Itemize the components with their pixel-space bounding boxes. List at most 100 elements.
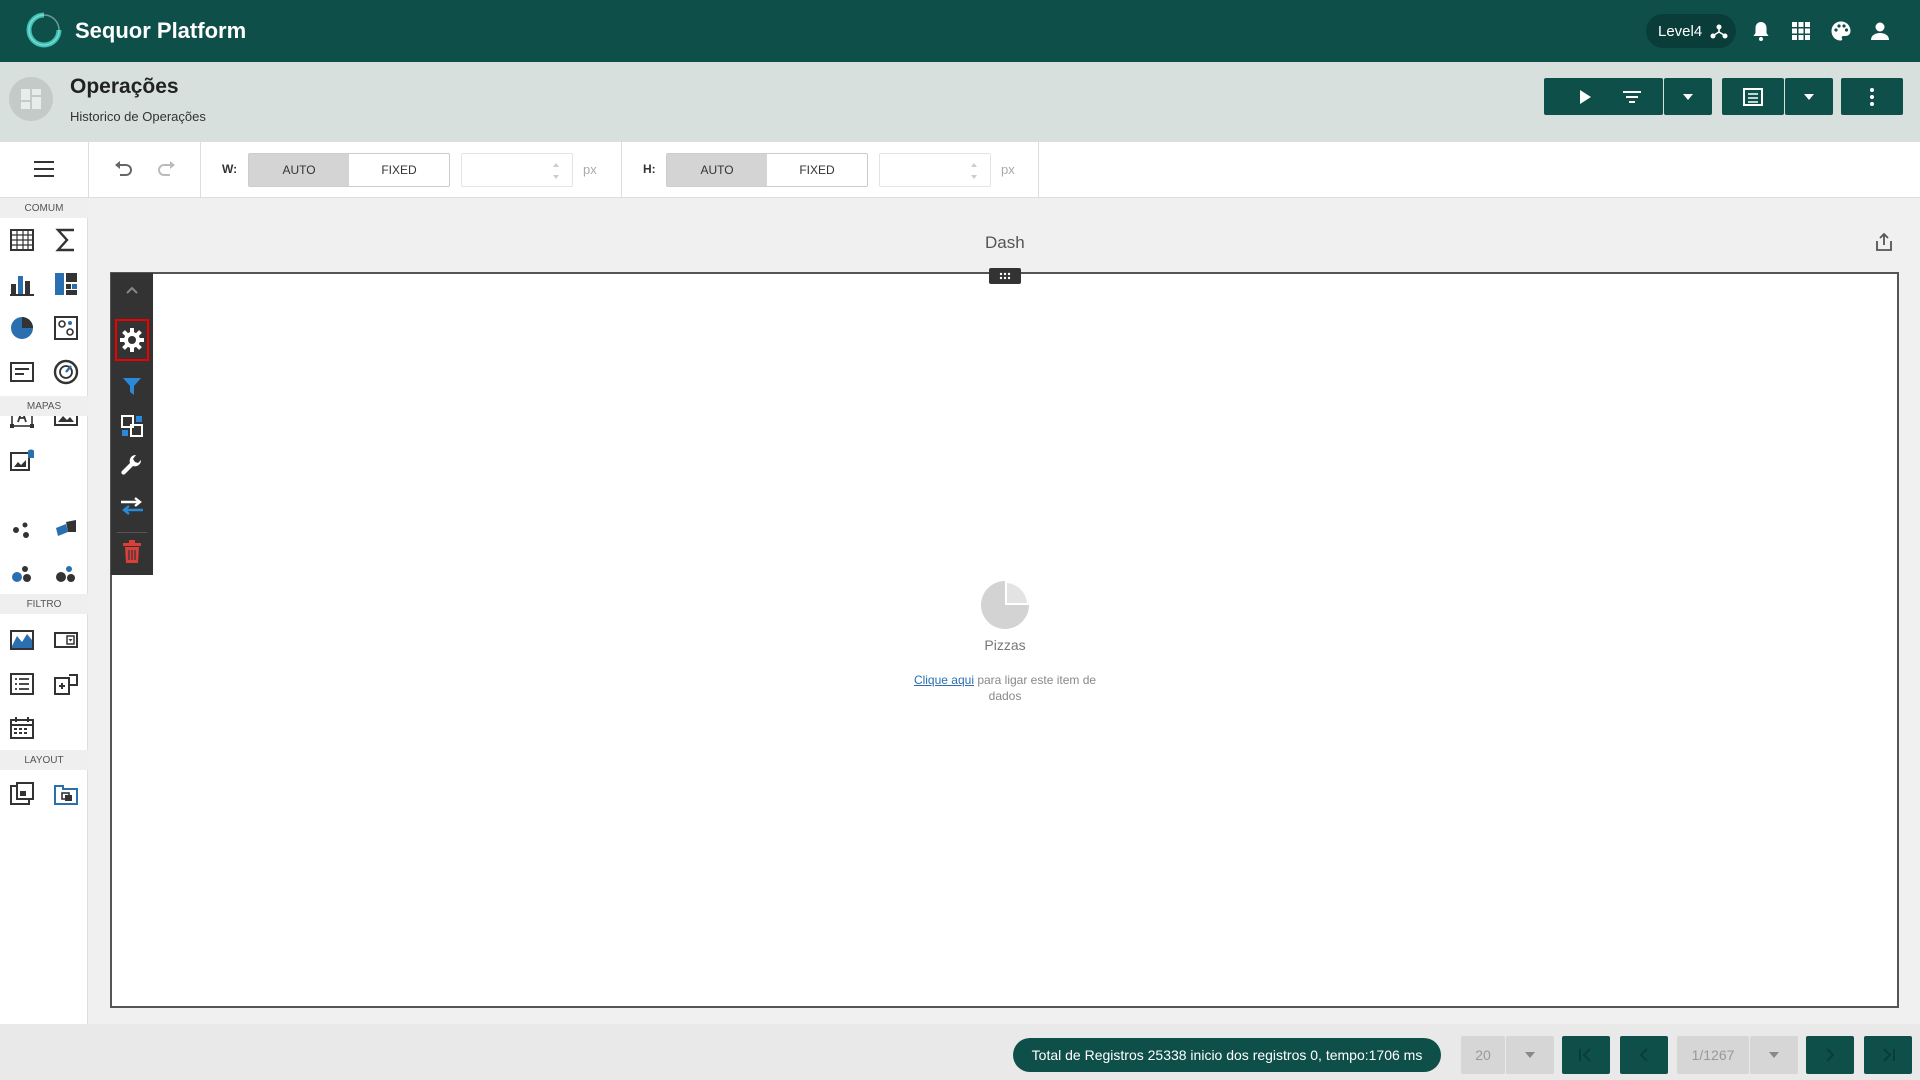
date-filter-icon[interactable] (8, 714, 36, 742)
list-box-filter-icon[interactable] (8, 670, 36, 698)
page-size-dropdown[interactable] (1506, 1036, 1554, 1074)
chevron-left-icon (1639, 1048, 1648, 1062)
export-icon[interactable] (1873, 231, 1895, 253)
treemap-icon[interactable] (52, 270, 80, 298)
width-auto-option[interactable]: AUTO (249, 154, 349, 186)
width-input[interactable] (461, 153, 573, 187)
group-icon[interactable] (8, 780, 36, 808)
palette-icon[interactable] (1829, 19, 1853, 43)
grid-table-icon[interactable] (8, 226, 36, 254)
user-icon[interactable] (1868, 19, 1892, 43)
view-button[interactable] (1722, 78, 1784, 115)
height-input[interactable] (879, 153, 991, 187)
page-avatar (9, 77, 53, 121)
level-selector[interactable]: Level4 (1646, 14, 1736, 48)
page-header: Operações Historico de Operações (0, 62, 1920, 142)
collapse-toolbar-button[interactable] (116, 273, 148, 307)
gauge-icon[interactable] (52, 358, 80, 386)
scatter-card-icon[interactable] (52, 314, 80, 342)
geo-points-map-icon[interactable] (8, 516, 36, 544)
footer-bar: Total de Registros 25338 inicio dos regi… (0, 1024, 1920, 1080)
stepper-arrows-icon[interactable] (552, 160, 560, 182)
width-label: W: (222, 162, 238, 176)
bind-data-message: Clique aqui para ligar este item de dado… (900, 672, 1110, 704)
view-dropdown-button[interactable] (1785, 78, 1833, 115)
filter-button[interactable] (1601, 78, 1663, 115)
swap-item-button[interactable] (116, 489, 148, 523)
undo-icon[interactable] (112, 159, 134, 179)
hierarchy-icon (1710, 24, 1728, 39)
page-size-value: 20 (1461, 1036, 1505, 1074)
caret-down-icon (1683, 93, 1693, 100)
delete-item-button[interactable] (116, 535, 148, 569)
page-indicator: 1/1267 (1677, 1036, 1749, 1074)
dashboard-item-container[interactable]: Pizzas Clique aqui para ligar este item … (110, 272, 1899, 1008)
first-page-button[interactable] (1562, 1036, 1610, 1074)
play-icon (1580, 89, 1591, 104)
bell-icon[interactable] (1749, 19, 1773, 43)
height-auto-option[interactable]: AUTO (667, 154, 767, 186)
gear-icon (120, 328, 144, 352)
item-filter-button[interactable] (116, 369, 148, 403)
dashboard-icon (21, 89, 41, 109)
chevron-up-icon (126, 286, 138, 294)
pie-placeholder-icon (981, 581, 1029, 629)
drag-handle[interactable] (989, 268, 1021, 284)
hamburger-menu-icon[interactable] (32, 159, 56, 179)
level-label: Level4 (1658, 22, 1703, 40)
sequor-logo-icon (26, 12, 62, 48)
width-mode-toggle: AUTO FIXED (248, 153, 450, 187)
convert-item-button[interactable] (116, 409, 148, 443)
pie-map-icon[interactable] (52, 560, 80, 588)
designer-toolbar: W: AUTO FIXED px H: AUTO FIXED px (0, 142, 1920, 198)
next-page-button[interactable] (1806, 1036, 1854, 1074)
height-mode-toggle: AUTO FIXED (666, 153, 868, 187)
section-mapas: MAPAS (0, 396, 88, 416)
item-tools-button[interactable] (116, 449, 148, 483)
convert-icon (121, 415, 143, 437)
sigma-card-icon[interactable] (52, 226, 80, 254)
top-bar: Sequor Platform Level4 (0, 0, 1920, 62)
bind-data-link[interactable]: Clique aqui (914, 673, 974, 687)
last-page-button[interactable] (1864, 1036, 1912, 1074)
caret-down-icon (1804, 93, 1814, 100)
last-page-icon (1883, 1048, 1895, 1062)
more-options-button[interactable] (1841, 78, 1903, 115)
redo-icon[interactable] (156, 159, 178, 179)
caret-down-icon (1769, 1052, 1779, 1058)
dashboard-title: Dash (985, 233, 1025, 252)
combo-box-filter-icon[interactable] (52, 626, 80, 654)
caret-down-icon (1525, 1052, 1535, 1058)
bound-image-icon[interactable] (8, 446, 36, 474)
page-subtitle: Historico de Operações (70, 109, 206, 124)
width-fixed-option[interactable]: FIXED (349, 154, 449, 186)
section-layout: LAYOUT (0, 750, 88, 770)
item-settings-button[interactable] (115, 319, 149, 361)
range-filter-icon[interactable] (8, 626, 36, 654)
choropleth-map-icon[interactable] (52, 516, 80, 544)
wrench-icon (121, 454, 142, 475)
tree-view-filter-icon[interactable] (52, 670, 80, 698)
stepper-arrows-icon[interactable] (970, 160, 978, 182)
filter-lines-icon (1623, 90, 1641, 103)
previous-page-button[interactable] (1620, 1036, 1668, 1074)
filter-dropdown-button[interactable] (1664, 78, 1712, 115)
height-fixed-option[interactable]: FIXED (767, 154, 867, 186)
drag-dots-icon (999, 272, 1011, 280)
more-vertical-icon (1870, 87, 1874, 106)
tab-container-icon[interactable] (52, 780, 80, 808)
page-select-dropdown[interactable] (1750, 1036, 1798, 1074)
section-filtro: FILTRO (0, 594, 88, 614)
pie-chart-icon[interactable] (8, 314, 36, 342)
item-action-toolbar (111, 273, 153, 575)
width-unit: px (583, 162, 597, 177)
swap-arrows-icon (121, 497, 143, 515)
bubble-map-icon[interactable] (8, 560, 36, 588)
apps-grid-icon[interactable] (1789, 19, 1813, 43)
bar-chart-icon[interactable] (8, 270, 36, 298)
page-title: Operações (70, 75, 179, 98)
funnel-icon (123, 378, 141, 395)
trash-icon (123, 540, 141, 563)
item-palette: COMUM MAPAS FILTRO LAYOUT (0, 198, 88, 1024)
card-list-icon[interactable] (8, 358, 36, 386)
